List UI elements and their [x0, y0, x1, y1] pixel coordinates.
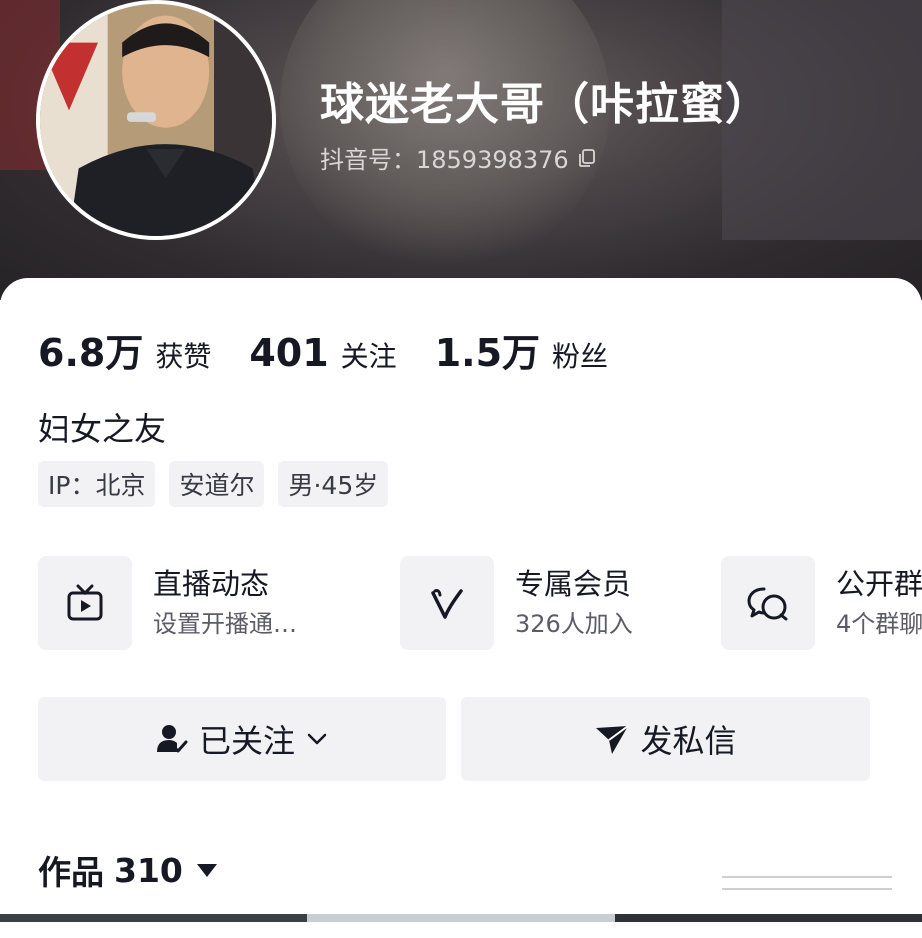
douyin-id: 抖音号：1859398376: [320, 146, 569, 174]
video-thumbnail[interactable]: [0, 914, 308, 922]
stat-likes[interactable]: 6.8万 获赞: [38, 322, 211, 377]
feature-group-chat[interactable]: 公开群 4个群聊: [721, 556, 922, 650]
tag-region[interactable]: 安道尔: [169, 461, 265, 507]
feature-subtitle: 326人加入: [515, 610, 633, 638]
feature-subtitle: 4个群聊: [836, 610, 922, 638]
works-tab[interactable]: 作品 310: [38, 846, 217, 894]
avatar[interactable]: [36, 0, 276, 240]
feature-live[interactable]: 直播动态 设置开播通…: [38, 556, 297, 650]
watermark: [722, 876, 892, 890]
nickname: 球迷老大哥（咔拉蜜）: [320, 79, 770, 130]
feature-title: 公开群: [836, 567, 922, 601]
followed-button[interactable]: 已关注: [38, 697, 446, 781]
tag-gender-age: 男·45岁: [278, 461, 389, 507]
stat-value: 1.5万: [434, 331, 541, 375]
video-thumbnail[interactable]: [307, 914, 615, 922]
feature-title: 专属会员: [515, 567, 632, 601]
caret-down-icon: [196, 863, 217, 877]
tag-ip-location: IP：北京: [38, 461, 156, 507]
background-blurred-photo: [280, 0, 610, 270]
group-chat-icon: [747, 587, 788, 621]
stats-row: 6.8万 获赞 401 关注 1.5万 粉丝: [38, 322, 646, 377]
feature-title: 直播动态: [153, 567, 270, 601]
avatar-photo: [40, 4, 272, 236]
feature-membership[interactable]: 专属会员 326人加入: [400, 556, 633, 650]
feature-icon-box: [721, 556, 815, 650]
stat-label: 粉丝: [552, 340, 609, 373]
features-row: 直播动态 设置开播通… 专属会员 326人加入 公开群 4个群聊: [38, 556, 922, 652]
feature-icon-box: [38, 556, 132, 650]
stat-value: 6.8万: [38, 331, 144, 375]
copy-icon[interactable]: [577, 148, 597, 168]
user-check-icon: [156, 725, 188, 753]
watermark-mark: [722, 876, 892, 890]
douyin-id-row: 抖音号：1859398376: [320, 140, 597, 175]
bio-text: 妇女之友: [38, 410, 167, 448]
video-thumbnail[interactable]: [614, 914, 922, 922]
video-thumbnails-strip: [0, 914, 922, 922]
profile-header-background: 球迷老大哥（咔拉蜜） 抖音号：1859398376: [0, 0, 922, 300]
tags-row: IP：北京 安道尔 男·45岁: [38, 461, 389, 507]
works-label: 作品: [38, 853, 104, 892]
stat-label: 获赞: [155, 340, 212, 373]
works-count: 310: [114, 850, 183, 890]
stat-followers[interactable]: 1.5万 粉丝: [435, 322, 608, 377]
send-message-button[interactable]: 发私信: [461, 697, 870, 781]
paper-plane-icon: [596, 725, 630, 754]
followed-button-label: 已关注: [198, 722, 295, 760]
stat-label: 关注: [340, 340, 397, 373]
tv-icon: [67, 584, 103, 621]
chevron-down-icon: [307, 733, 327, 745]
feature-subtitle: 设置开播通…: [153, 610, 297, 638]
feature-icon-box: [400, 556, 494, 650]
stat-value: 401: [249, 331, 329, 375]
stat-following[interactable]: 401 关注: [249, 331, 396, 375]
send-message-label: 发私信: [640, 722, 737, 760]
v-icon: [431, 589, 463, 619]
